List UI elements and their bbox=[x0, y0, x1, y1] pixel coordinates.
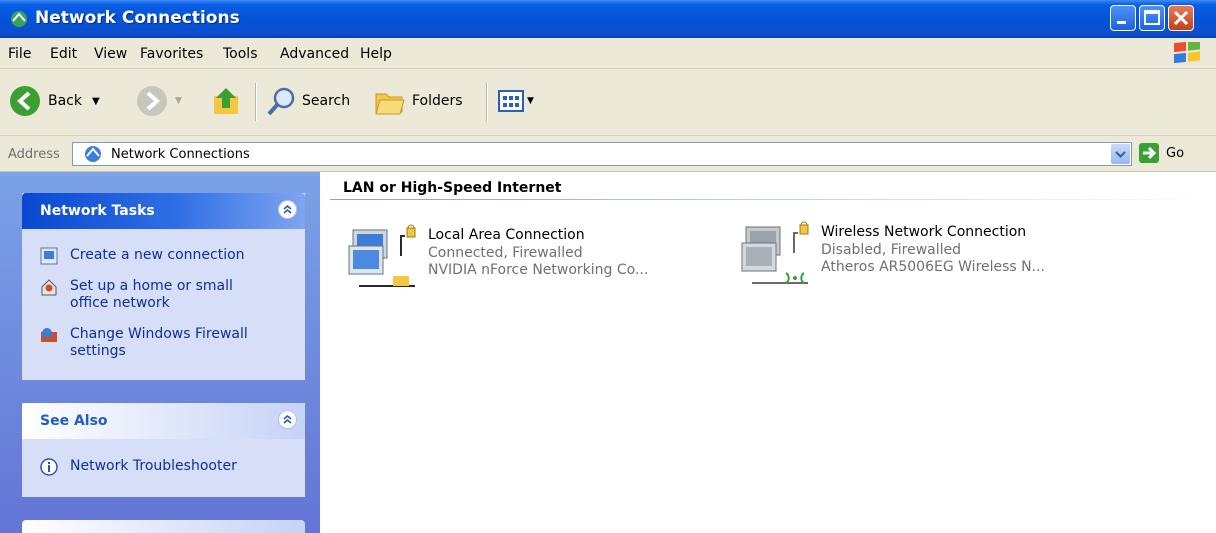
back-button[interactable]: Back ▼ bbox=[8, 83, 100, 119]
go-label: Go bbox=[1166, 145, 1185, 161]
network-tasks-panel: Network Tasks Create a new connection Se… bbox=[22, 193, 305, 380]
collapse-button[interactable] bbox=[278, 200, 297, 219]
forward-arrow-icon bbox=[137, 86, 167, 116]
menu-view[interactable]: View bbox=[94, 46, 127, 62]
info-icon bbox=[40, 458, 58, 476]
menu-edit[interactable]: Edit bbox=[50, 46, 77, 62]
views-button[interactable]: ▼ bbox=[496, 83, 534, 119]
connection-device: NVIDIA nForce Networking Co... bbox=[428, 262, 649, 278]
search-icon bbox=[267, 87, 295, 116]
toolbar-separator bbox=[255, 83, 257, 121]
folders-button[interactable]: Folders bbox=[372, 83, 463, 119]
group-header: LAN or High-Speed Internet bbox=[343, 180, 562, 196]
folders-label: Folders bbox=[412, 93, 463, 109]
local-area-connection[interactable]: Local Area Connection Connected, Firewal… bbox=[345, 216, 725, 296]
network-connections-icon bbox=[11, 11, 27, 27]
address-input[interactable]: Network Connections bbox=[72, 142, 1132, 166]
folder-up-icon bbox=[214, 88, 238, 114]
network-connections-icon bbox=[85, 146, 101, 162]
search-button[interactable]: Search bbox=[264, 83, 350, 119]
connection-device: Atheros AR5006EG Wireless N... bbox=[821, 259, 1045, 275]
address-label: Address bbox=[8, 147, 60, 162]
back-dropdown-icon[interactable]: ▼ bbox=[92, 96, 100, 107]
maximize-button[interactable] bbox=[1139, 5, 1165, 31]
address-bar: Address Network Connections Go bbox=[0, 136, 1216, 172]
chevron-down-icon bbox=[1115, 151, 1126, 158]
new-connection-icon bbox=[40, 247, 58, 265]
address-value: Network Connections bbox=[111, 147, 250, 162]
go-button[interactable]: Go bbox=[1138, 142, 1184, 164]
connection-name: Wireless Network Connection bbox=[821, 224, 1027, 240]
back-arrow-icon bbox=[10, 86, 40, 116]
network-tasks-title: Network Tasks bbox=[40, 203, 155, 219]
see-also-panel: See Also Network Troubleshooter bbox=[22, 403, 305, 497]
close-icon bbox=[1173, 10, 1189, 26]
views-icon bbox=[498, 90, 524, 112]
connection-status: Disabled, Firewalled bbox=[821, 242, 962, 258]
window-title: Network Connections bbox=[35, 8, 240, 28]
folders-icon bbox=[375, 93, 405, 115]
menu-bar: File Edit View Favorites Tools Advanced … bbox=[0, 38, 1216, 69]
search-label: Search bbox=[302, 93, 351, 109]
collapse-button[interactable] bbox=[278, 410, 297, 429]
task-home-network[interactable]: Set up a home or small office network bbox=[22, 278, 270, 312]
views-dropdown-icon[interactable]: ▼ bbox=[527, 96, 534, 106]
title-bar: Network Connections bbox=[0, 0, 1216, 38]
go-arrow-icon bbox=[1139, 143, 1159, 163]
lan-connection-icon bbox=[348, 224, 416, 287]
double-chevron-up-icon bbox=[283, 204, 292, 214]
wireless-network-connection[interactable]: Wireless Network Connection Disabled, Fi… bbox=[738, 213, 1158, 293]
connection-name: Local Area Connection bbox=[428, 227, 585, 243]
up-button[interactable] bbox=[210, 83, 244, 119]
task-label: Set up a home or small office network bbox=[70, 278, 233, 311]
menu-advanced[interactable]: Advanced bbox=[280, 46, 349, 62]
task-pane: Network Tasks Create a new connection Se… bbox=[0, 172, 320, 533]
home-network-icon bbox=[41, 279, 57, 296]
maximize-icon bbox=[1144, 10, 1160, 25]
windows-logo-icon bbox=[1174, 42, 1200, 64]
minimize-icon bbox=[1117, 21, 1126, 24]
connection-status: Connected, Firewalled bbox=[428, 245, 583, 261]
double-chevron-up-icon bbox=[283, 414, 292, 424]
forward-button[interactable]: ▼ bbox=[135, 83, 182, 119]
task-label: Create a new connection bbox=[70, 247, 245, 263]
back-label: Back bbox=[48, 93, 82, 109]
task-label: Change Windows Firewall settings bbox=[70, 326, 248, 359]
see-also-header[interactable]: See Also bbox=[22, 403, 305, 439]
menu-help[interactable]: Help bbox=[360, 46, 392, 62]
menu-favorites[interactable]: Favorites bbox=[140, 46, 203, 62]
task-firewall-settings[interactable]: Change Windows Firewall settings bbox=[22, 326, 270, 360]
see-also-title: See Also bbox=[40, 413, 108, 429]
wireless-connection-icon bbox=[741, 221, 809, 284]
task-label: Network Troubleshooter bbox=[70, 458, 237, 474]
toolbar: Back ▼ ▼ Search Folders ▼ bbox=[0, 69, 1216, 136]
network-tasks-header[interactable]: Network Tasks bbox=[22, 193, 305, 229]
menu-file[interactable]: File bbox=[8, 46, 31, 62]
firewall-icon bbox=[41, 328, 57, 342]
address-dropdown-button[interactable] bbox=[1111, 144, 1130, 164]
group-divider bbox=[330, 199, 1216, 200]
close-button[interactable] bbox=[1168, 5, 1194, 31]
menu-tools[interactable]: Tools bbox=[223, 46, 258, 62]
forward-dropdown-icon[interactable]: ▼ bbox=[175, 96, 182, 106]
toolbar-separator bbox=[486, 83, 488, 121]
task-network-troubleshooter[interactable]: Network Troubleshooter bbox=[22, 458, 270, 476]
details-panel[interactable] bbox=[22, 520, 305, 533]
task-create-connection[interactable]: Create a new connection bbox=[22, 247, 270, 265]
minimize-button[interactable] bbox=[1110, 5, 1136, 31]
